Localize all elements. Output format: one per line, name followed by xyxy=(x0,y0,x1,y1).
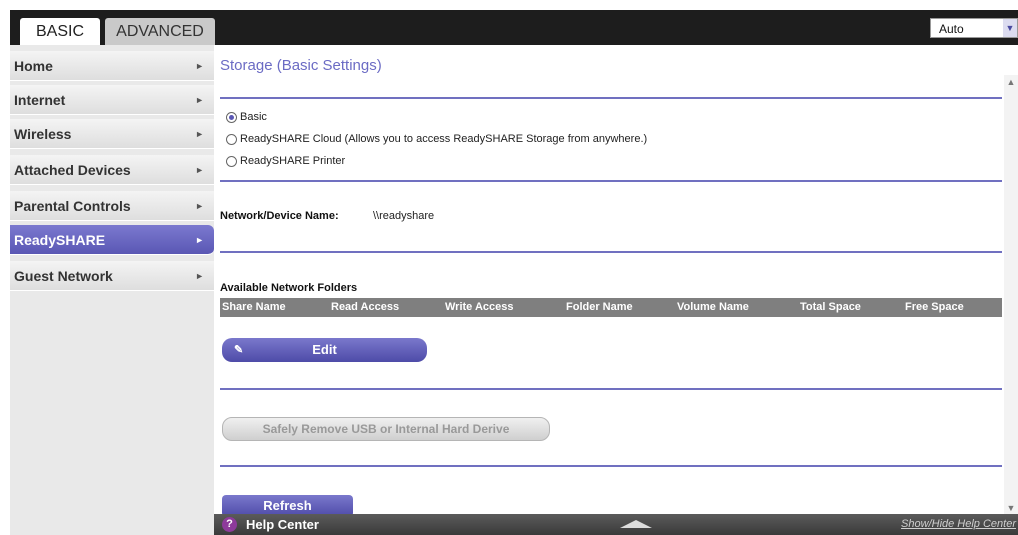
chevron-right-icon: ► xyxy=(195,235,204,245)
column-header: Read Access xyxy=(331,301,400,313)
show-hide-help-link[interactable]: Show/Hide Help Center xyxy=(901,514,1016,535)
radio-readyshare-cloud[interactable]: ReadySHARE Cloud (Allows you to access R… xyxy=(226,133,647,145)
radio-button[interactable] xyxy=(226,155,237,167)
sidebar-item-guest-network[interactable]: Guest Network ► xyxy=(10,261,214,291)
sidebar-item-label: Guest Network xyxy=(14,268,113,284)
expand-arrow-icon[interactable] xyxy=(620,520,652,528)
sidebar-item-label: ReadySHARE xyxy=(14,232,106,248)
edit-button[interactable]: ✎ Edit xyxy=(222,338,427,362)
column-header: Volume Name xyxy=(677,301,749,313)
tab-basic[interactable]: BASIC xyxy=(20,18,100,45)
column-header: Total Space xyxy=(800,301,861,313)
main-panel: Storage (Basic Settings) Basic ReadySHAR… xyxy=(214,45,1018,535)
scroll-up-icon[interactable]: ▲ xyxy=(1004,75,1018,89)
sidebar-item-home[interactable]: Home ► xyxy=(10,51,214,81)
help-center-bar: ? Help Center Show/Hide Help Center xyxy=(214,514,1018,535)
language-select-value: Auto xyxy=(939,22,964,36)
column-header: Write Access xyxy=(445,301,514,313)
device-name-label: Network/Device Name: xyxy=(220,210,339,222)
sidebar-item-label: Internet xyxy=(14,92,66,108)
sidebar-item-label: Home xyxy=(14,58,53,74)
chevron-right-icon: ► xyxy=(195,165,204,175)
sidebar-item-label: Wireless xyxy=(14,126,72,142)
divider xyxy=(220,251,1002,253)
column-header: Folder Name xyxy=(566,301,633,313)
sidebar-item-attached-devices[interactable]: Attached Devices ► xyxy=(10,155,214,185)
chevron-right-icon: ► xyxy=(195,95,204,105)
pencil-icon: ✎ xyxy=(234,344,244,356)
sidebar-item-label: Attached Devices xyxy=(14,162,131,178)
radio-button[interactable] xyxy=(226,111,237,123)
page-title: Storage (Basic Settings) xyxy=(220,57,382,74)
divider xyxy=(220,180,1002,182)
scrollbar[interactable]: ▲ ▼ xyxy=(1004,75,1018,515)
radio-basic[interactable]: Basic xyxy=(226,111,267,123)
language-select[interactable]: Auto ▼ xyxy=(930,18,1018,38)
tab-advanced[interactable]: ADVANCED xyxy=(105,18,215,45)
sidebar-item-wireless[interactable]: Wireless ► xyxy=(10,119,214,149)
chevron-right-icon: ► xyxy=(195,271,204,281)
chevron-down-icon: ▼ xyxy=(1003,19,1017,37)
radio-button[interactable] xyxy=(226,133,237,145)
sidebar-item-parental-controls[interactable]: Parental Controls ► xyxy=(10,191,214,221)
radio-label: ReadySHARE Printer xyxy=(240,155,346,167)
divider xyxy=(220,388,1002,390)
folders-label: Available Network Folders xyxy=(220,282,358,294)
help-icon: ? xyxy=(222,517,237,532)
divider xyxy=(220,465,1002,467)
radio-label: Basic xyxy=(240,111,267,123)
scroll-down-icon[interactable]: ▼ xyxy=(1004,501,1018,515)
sidebar-item-internet[interactable]: Internet ► xyxy=(10,85,214,115)
divider xyxy=(220,97,1002,99)
help-center-label: Help Center xyxy=(246,517,319,532)
edit-button-label: Edit xyxy=(312,342,337,357)
folders-table-header: Share Name Read Access Write Access Fold… xyxy=(220,298,1002,317)
chevron-right-icon: ► xyxy=(195,201,204,211)
chevron-right-icon: ► xyxy=(195,61,204,71)
top-bar: BASIC ADVANCED Auto ▼ xyxy=(10,10,1018,45)
radio-readyshare-printer[interactable]: ReadySHARE Printer xyxy=(226,155,345,167)
sidebar-item-label: Parental Controls xyxy=(14,198,131,214)
radio-label: ReadySHARE Cloud (Allows you to access R… xyxy=(240,133,648,145)
sidebar-item-readyshare[interactable]: ReadySHARE ► xyxy=(10,225,214,255)
sidebar: Home ► Internet ► Wireless ► Attached De… xyxy=(10,45,214,535)
safely-remove-button[interactable]: Safely Remove USB or Internal Hard Deriv… xyxy=(222,417,550,441)
device-name-value: \\readyshare xyxy=(373,210,435,222)
column-header: Share Name xyxy=(222,301,286,313)
chevron-right-icon: ► xyxy=(195,129,204,139)
column-header: Free Space xyxy=(905,301,964,313)
